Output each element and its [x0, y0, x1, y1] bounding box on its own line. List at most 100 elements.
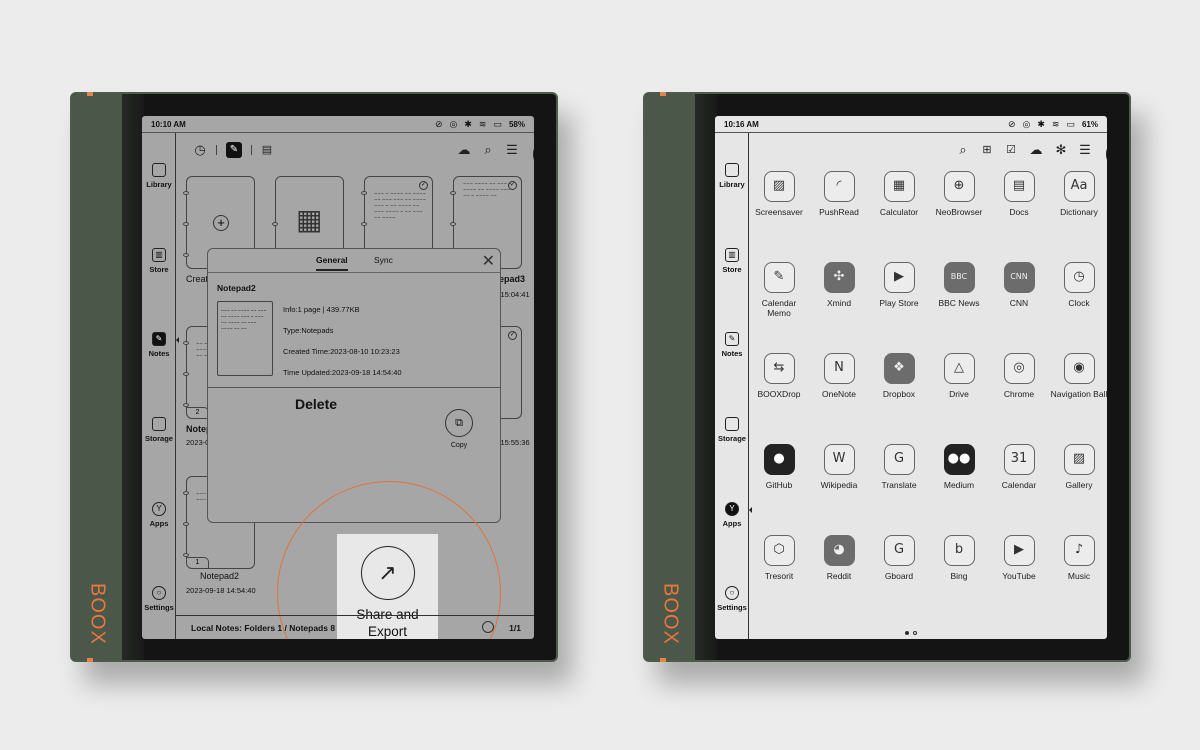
app-navigation-ball[interactable]: ◉ Navigation Ball [1049, 353, 1107, 399]
copy-button[interactable]: ⧉ Copy [443, 409, 475, 449]
cloud-icon[interactable]: ☁ [1028, 142, 1044, 158]
recent-icon[interactable]: ◷ [192, 142, 208, 158]
sidebar-item-store[interactable]: ▥ Store [142, 248, 176, 274]
app-gallery[interactable]: ▨ Gallery [1049, 444, 1107, 490]
folder-icon: ▦ [296, 204, 323, 235]
app-xmind[interactable]: ✣ Xmind [809, 262, 869, 308]
dictionary-icon: Aa [1063, 171, 1095, 202]
sidebar-item-label: Library [719, 180, 745, 189]
sidebar-item-notes[interactable]: ✎ Notes [142, 332, 179, 358]
wikipedia-icon: W [823, 444, 855, 475]
app-calculator[interactable]: ▦ Calculator [869, 171, 929, 217]
app-dropbox[interactable]: ❖ Dropbox [869, 353, 929, 399]
select-icon[interactable]: ☑ [1003, 142, 1019, 158]
app-label: Dictionary [1060, 207, 1098, 217]
app-booxdrop[interactable]: ⇆ BOOXDrop [749, 353, 809, 399]
note-date: 2023-09-18 14:54:40 [186, 586, 256, 595]
active-indicator [749, 507, 752, 513]
sidebar-item-apps[interactable]: Y Apps [142, 502, 176, 528]
app-tresorit[interactable]: ⬡ Tresorit [749, 535, 809, 581]
app-translate[interactable]: G Translate [869, 444, 929, 490]
navigation-ball-icon: ◉ [1063, 353, 1095, 384]
left-device: BOOX 10:10 AM ⊘ ◎ ✱ ≋ ▭ 58% Library ▥ St… [70, 92, 558, 662]
button-accent [87, 92, 93, 96]
sidebar-item-library[interactable]: Library [715, 163, 749, 189]
page-dot[interactable] [913, 631, 917, 635]
note-thumbnail: ~~~ ~~ ~~~~ ~~ ~~~ ~~ ~~~~ ~~~ ~ ~~~ ~~ … [217, 301, 273, 376]
search-icon[interactable]: ⌕ [480, 142, 496, 158]
app-label: Navigation Ball [1050, 389, 1107, 399]
search-icon[interactable]: ⌕ [955, 142, 971, 158]
scroll-edge: ( [532, 140, 534, 166]
medium-icon: ●● [943, 444, 975, 475]
app-cnn[interactable]: CNN CNN [989, 262, 1049, 308]
app-onenote[interactable]: N OneNote [809, 353, 869, 399]
app-docs[interactable]: ▤ Docs [989, 171, 1049, 217]
app-music[interactable]: ♪ Music [1049, 535, 1107, 581]
app-label: BOOXDrop [757, 389, 801, 399]
app-drive[interactable]: △ Drive [929, 353, 989, 399]
battery-level: 58% [508, 119, 525, 129]
plus-icon: + [213, 215, 229, 231]
tab-general[interactable]: General [316, 255, 348, 271]
page-dot-active[interactable] [905, 631, 909, 635]
app-neobrowser[interactable]: ⊕ NeoBrowser [929, 171, 989, 217]
app-label: Docs [1009, 207, 1029, 217]
drive-icon: △ [943, 353, 975, 384]
app-gboard[interactable]: G Gboard [869, 535, 929, 581]
template-icon[interactable]: ▤ [259, 142, 275, 158]
app-screensaver[interactable]: ▨ Screensaver [749, 171, 809, 217]
app-calendar-memo[interactable]: ✎ Calendar Memo [749, 262, 809, 318]
app-calendar[interactable]: 31 Calendar [989, 444, 1049, 490]
store-icon: ▥ [725, 248, 739, 262]
sidebar-item-library[interactable]: Library [142, 163, 176, 189]
notes-screen: 10:10 AM ⊘ ◎ ✱ ≋ ▭ 58% Library ▥ Store ✎… [142, 116, 534, 639]
app-label: Reddit [826, 571, 852, 581]
close-icon[interactable]: ✕ [482, 251, 495, 271]
sidebar-nav: Library ▥ Store ✎ Notes Storage Y Apps ○ [715, 133, 752, 639]
app-youtube[interactable]: ▶ YouTube [989, 535, 1049, 581]
app-wikipedia[interactable]: W Wikipedia [809, 444, 869, 490]
freeze-icon[interactable]: ✻ [1053, 142, 1069, 158]
app-pushread[interactable]: ◜ PushRead [809, 171, 869, 217]
right-device: BOOX 10:16 AM ⊘ ◎ ✱ ≋ ▭ 61% Library ▥ St… [643, 92, 1131, 662]
list-icon[interactable]: ☰ [1077, 142, 1093, 158]
list-icon[interactable]: ☰ [504, 142, 520, 158]
new-folder-icon[interactable]: ⊞ [979, 142, 995, 158]
active-indicator [176, 337, 179, 343]
scroll-edge: ( [1105, 140, 1107, 166]
sidebar-item-label: Settings [144, 603, 174, 612]
app-label: NeoBrowser [935, 207, 983, 217]
app-bbc-news[interactable]: BBC BBC News [929, 262, 989, 308]
battery-icon: ▭ [1066, 118, 1075, 129]
sidebar-item-settings[interactable]: ○ Settings [142, 586, 176, 612]
app-label: BBC News [938, 298, 980, 308]
sidebar-item-apps[interactable]: Y Apps [715, 502, 752, 528]
sidebar-item-store[interactable]: ▥ Store [715, 248, 749, 274]
sidebar-item-settings[interactable]: ○ Settings [715, 586, 749, 612]
app-medium[interactable]: ●● Medium [929, 444, 989, 490]
sidebar-item-storage[interactable]: Storage [142, 417, 176, 443]
delete-button[interactable]: Delete [295, 396, 337, 412]
sidebar-item-notes[interactable]: ✎ Notes [715, 332, 749, 358]
sidebar-item-label: Notes [148, 349, 170, 358]
app-bing[interactable]: b Bing [929, 535, 989, 581]
notes-summary: Local Notes: Folders 1 / Notepads 8 [191, 623, 336, 633]
app-play-store[interactable]: ▶ Play Store [869, 262, 929, 308]
app-chrome[interactable]: ◎ Chrome [989, 353, 1049, 399]
app-reddit[interactable]: ◕ Reddit [809, 535, 869, 581]
note-title: Notepad2 [200, 571, 240, 581]
sync-status-icon[interactable] [482, 621, 494, 633]
button-accent [87, 658, 93, 662]
notes-view-icon[interactable]: ✎ [226, 142, 242, 158]
app-github[interactable]: ● GitHub [749, 444, 809, 490]
cloud-sync-icon[interactable]: ☁ [456, 142, 472, 158]
app-label: Play Store [879, 298, 919, 308]
app-clock[interactable]: ◷ Clock [1049, 262, 1107, 308]
app-dictionary[interactable]: Aa Dictionary [1049, 171, 1107, 217]
sidebar-item-storage[interactable]: Storage [715, 417, 749, 443]
docs-icon: ▤ [1003, 171, 1035, 202]
app-label: Chrome [1003, 389, 1035, 399]
app-label: Calendar Memo [761, 298, 797, 318]
tab-sync[interactable]: Sync [374, 255, 393, 265]
